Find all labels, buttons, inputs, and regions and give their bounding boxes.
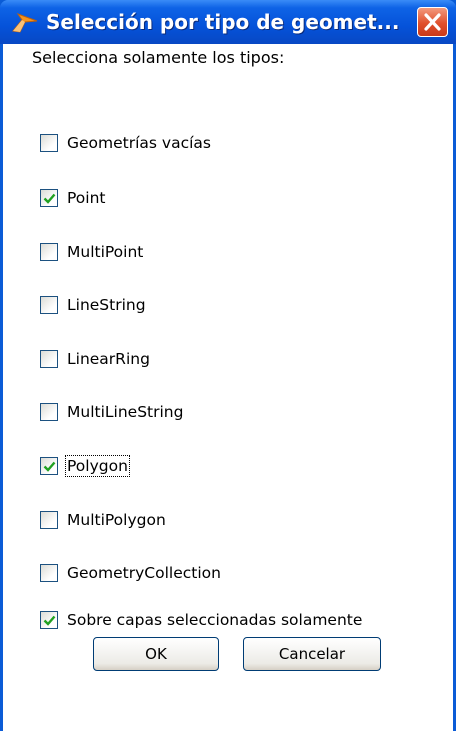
checkbox-label: GeometryCollection <box>67 564 221 582</box>
checkbox-multilinestring[interactable]: MultiLineString <box>40 400 183 424</box>
checkbox-box[interactable] <box>40 350 58 368</box>
checkbox-point[interactable]: Point <box>40 186 106 210</box>
checkmark-icon <box>43 461 56 472</box>
checkbox-box[interactable] <box>40 134 58 152</box>
checkbox-box[interactable] <box>40 403 58 421</box>
checkbox-polygon[interactable]: Polygon <box>40 454 130 478</box>
checkmark-icon <box>43 615 56 626</box>
checkbox-label: LinearRing <box>67 350 150 368</box>
title-bar[interactable]: Selección por tipo de geomet... <box>0 0 456 44</box>
dialog-window: Selección por tipo de geomet... Seleccio… <box>0 0 456 731</box>
checkbox-box[interactable] <box>40 611 58 629</box>
checkbox-label: Sobre capas seleccionadas solamente <box>67 611 363 629</box>
close-icon <box>424 13 441 31</box>
checkbox-linestring[interactable]: LineString <box>40 293 146 317</box>
checkbox-label: MultiLineString <box>67 403 184 421</box>
checkmark-icon <box>43 193 56 204</box>
checkbox-box[interactable] <box>40 296 58 314</box>
window-title: Selección por tipo de geomet... <box>46 10 400 34</box>
checkbox-label: LineString <box>67 296 146 314</box>
checkbox-label: Geometrías vacías <box>67 134 211 152</box>
checkbox-box[interactable] <box>40 511 58 529</box>
checkbox-selected-layers-only[interactable]: Sobre capas seleccionadas solamente <box>40 608 362 632</box>
prompt-label: Selecciona solamente los tipos: <box>32 48 285 67</box>
checkbox-box[interactable] <box>40 564 58 582</box>
ok-button[interactable]: OK <box>93 637 219 671</box>
cancel-button[interactable]: Cancelar <box>243 637 381 671</box>
checkbox-box[interactable] <box>40 457 58 475</box>
app-icon <box>12 11 38 33</box>
checkbox-box[interactable] <box>40 243 58 261</box>
checkbox-geometrycollection[interactable]: GeometryCollection <box>40 561 221 585</box>
checkbox-multipoint[interactable]: MultiPoint <box>40 240 143 264</box>
close-button[interactable] <box>417 7 448 37</box>
checkbox-linearring[interactable]: LinearRing <box>40 347 150 371</box>
checkbox-label: MultiPoint <box>67 243 144 261</box>
checkbox-empty-geometries[interactable]: Geometrías vacías <box>40 131 211 155</box>
checkbox-label: MultiPolygon <box>67 511 166 529</box>
checkbox-box[interactable] <box>40 189 58 207</box>
checkbox-label: Point <box>67 189 106 207</box>
checkbox-multipolygon[interactable]: MultiPolygon <box>40 508 166 532</box>
checkbox-label: Polygon <box>65 455 130 477</box>
